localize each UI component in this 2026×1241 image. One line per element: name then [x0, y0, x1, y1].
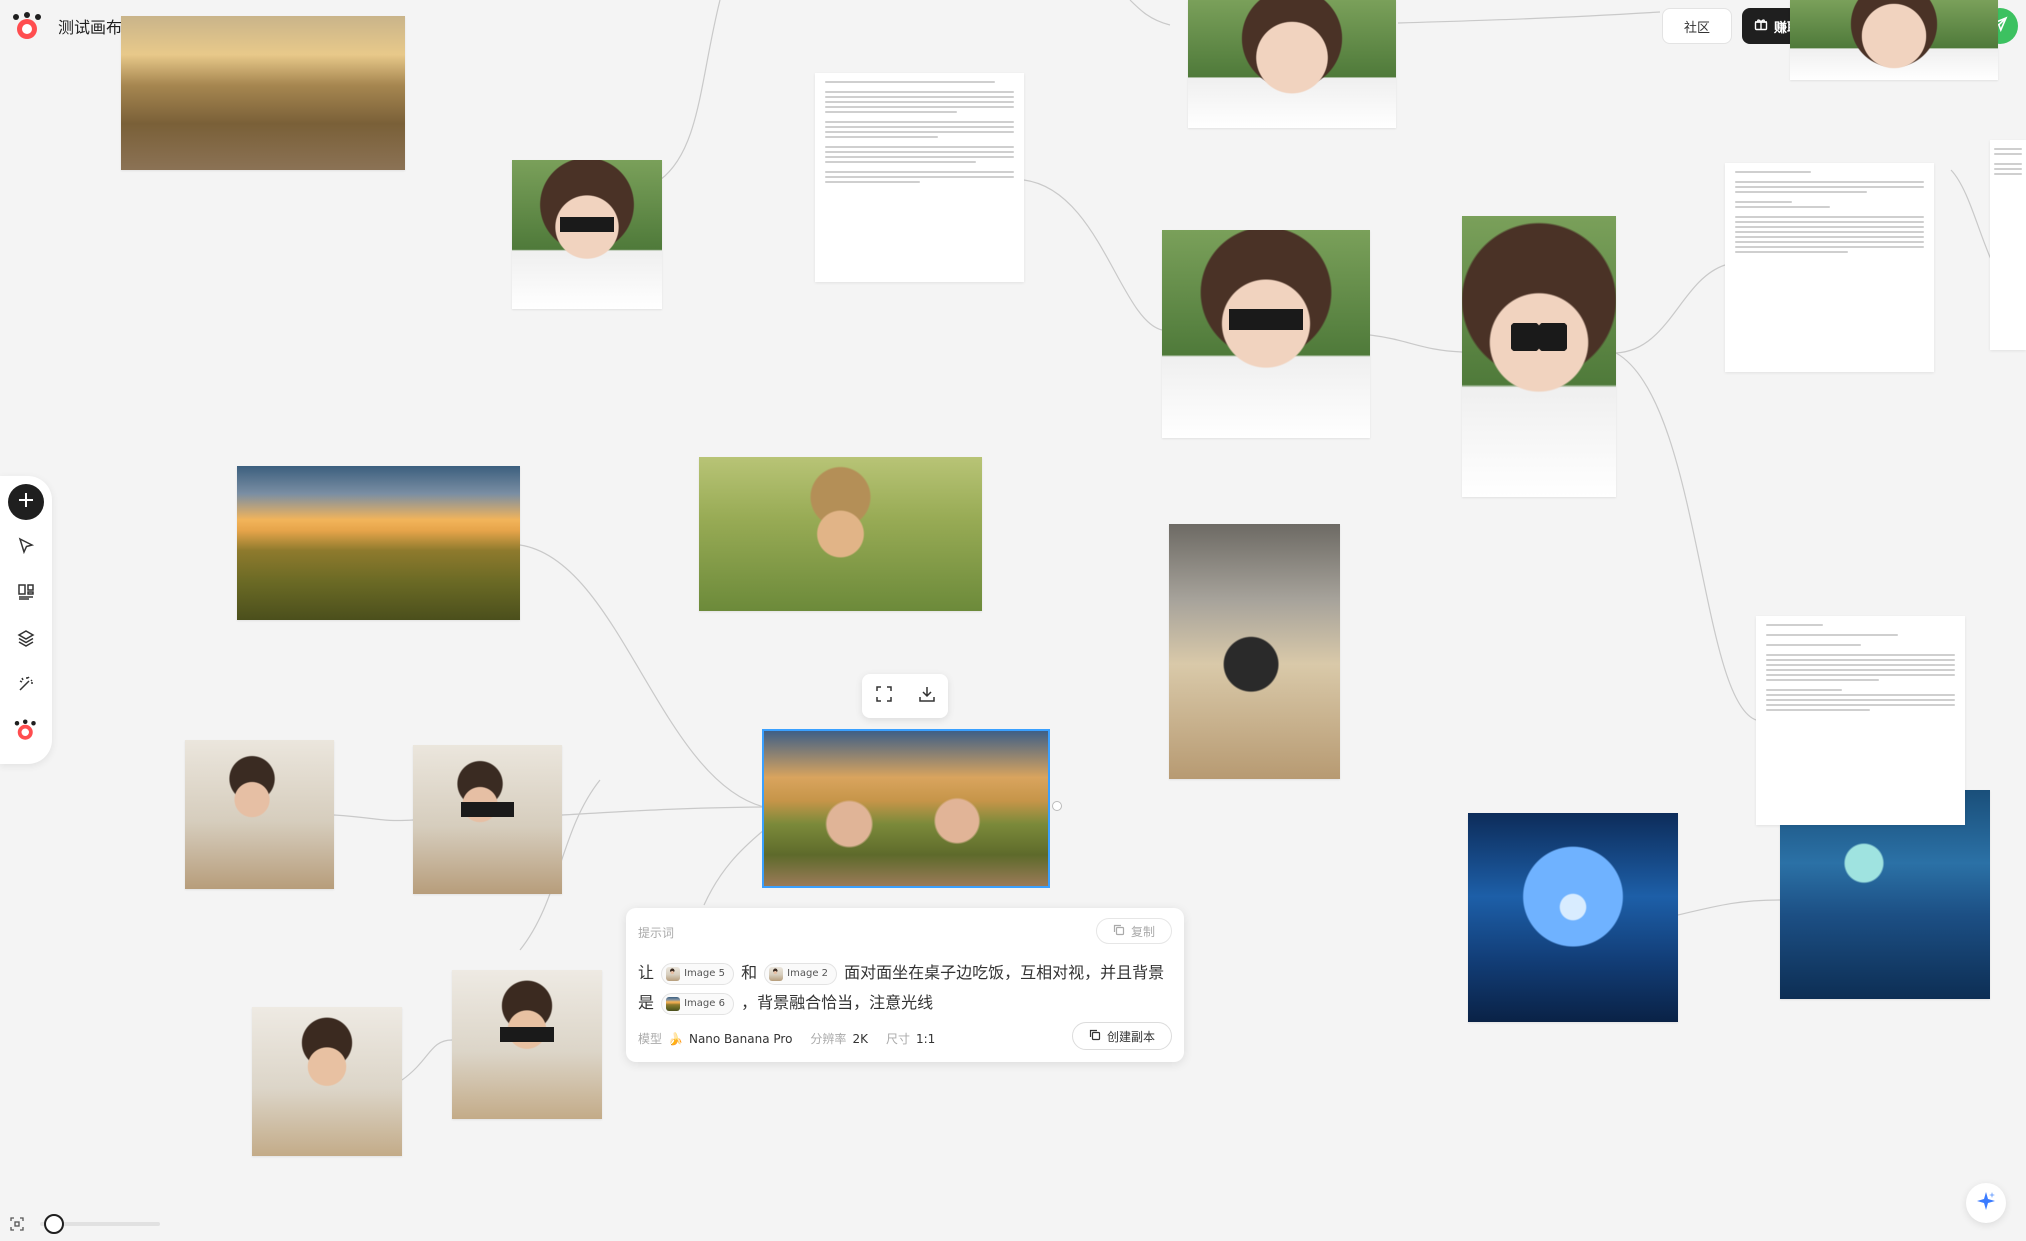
left-toolbar — [0, 476, 52, 764]
image-reference-chip[interactable]: Image 2 — [764, 962, 838, 985]
selected-canvas-image[interactable] — [762, 729, 1050, 888]
magic-wand-icon — [17, 675, 35, 697]
add-button[interactable] — [8, 484, 44, 520]
prompt-label: 提示词 — [638, 926, 675, 940]
canvas-image[interactable] — [1188, 0, 1396, 128]
canvas-image[interactable] — [185, 740, 334, 889]
brand-tool-button[interactable] — [8, 714, 44, 750]
canvas-image[interactable] — [1468, 813, 1678, 1022]
fit-view-icon[interactable] — [10, 1216, 24, 1231]
community-label: 社区 — [1683, 20, 1710, 36]
duplicate-icon — [1089, 1029, 1101, 1044]
text-document-card[interactable] — [1725, 163, 1934, 372]
prompt-text-segment: 和 — [741, 963, 758, 982]
chip-label: Image 2 — [787, 967, 829, 979]
resolution-label: 分辨率 — [810, 1032, 847, 1046]
canvas-image[interactable] — [413, 745, 562, 894]
chip-thumbnail — [769, 966, 784, 981]
prompt-text[interactable]: 让 Image 5 和 Image 2 面对面坐在桌子边吃饭，互相对视，并且背景… — [638, 958, 1172, 1018]
cursor-icon — [17, 537, 35, 559]
chip-label: Image 6 — [684, 997, 725, 1009]
canvas-image[interactable] — [1790, 0, 1998, 80]
copy-button[interactable]: 复制 — [1096, 918, 1172, 944]
brand-logo-icon — [14, 719, 38, 745]
duplicate-label: 创建副本 — [1106, 1029, 1155, 1044]
prompt-panel: 提示词 复制 让 Image 5 和 Image 2 面对面坐在桌子边吃饭，互相… — [626, 908, 1184, 1062]
chip-thumbnail — [666, 996, 681, 1011]
zoom-slider-handle[interactable] — [44, 1214, 64, 1234]
image-reference-chip[interactable]: Image 5 — [661, 962, 734, 985]
canvas-image[interactable] — [121, 16, 405, 170]
prompt-text-segment: ，背景融合恰当，注意光线 — [741, 993, 934, 1012]
canvas-image[interactable] — [1462, 216, 1616, 497]
model-value: Nano Banana Pro — [688, 1031, 793, 1046]
canvas-image[interactable] — [699, 457, 982, 611]
size-value: 1:1 — [915, 1031, 936, 1046]
select-tool-button[interactable] — [8, 530, 44, 566]
chip-label: Image 5 — [684, 967, 725, 979]
layers-tool-button[interactable] — [8, 622, 44, 658]
text-document-card[interactable] — [815, 73, 1024, 282]
canvas-image[interactable] — [1162, 230, 1370, 438]
prompt-text-segment: 让 — [638, 963, 655, 982]
canvas-image[interactable] — [237, 466, 520, 620]
resolution-value: 2K — [852, 1031, 868, 1046]
text-document-card[interactable] — [1756, 616, 1965, 825]
model-label: 模型 — [638, 1032, 663, 1046]
connection-handle[interactable] — [1052, 801, 1062, 811]
canvas-image[interactable] — [512, 160, 662, 309]
copy-label: 复制 — [1130, 924, 1155, 939]
magic-tool-button[interactable] — [8, 668, 44, 704]
layers-icon — [17, 629, 35, 651]
create-duplicate-button[interactable]: 创建副本 — [1072, 1022, 1172, 1050]
download-icon[interactable] — [918, 685, 936, 707]
banana-icon: 🍌 — [668, 1031, 683, 1046]
chip-thumbnail — [666, 966, 681, 981]
fullscreen-icon[interactable] — [875, 685, 893, 707]
text-document-card[interactable] — [1990, 140, 2026, 350]
brand-logo-icon[interactable] — [12, 12, 44, 40]
ai-assistant-button[interactable] — [1966, 1183, 2006, 1223]
copy-icon — [1113, 924, 1125, 939]
image-action-toolbar — [862, 674, 948, 718]
size-label: 尺寸 — [885, 1032, 910, 1046]
canvas-image[interactable] — [1169, 524, 1340, 779]
layout-icon — [17, 583, 35, 605]
canvas-image[interactable] — [452, 970, 602, 1119]
canvas-image[interactable] — [252, 1007, 402, 1156]
plus-icon — [17, 491, 35, 513]
community-button[interactable]: 社区 — [1662, 8, 1732, 44]
gift-icon — [1754, 17, 1768, 35]
image-reference-chip[interactable]: Image 6 — [661, 992, 734, 1015]
sparkle-icon — [1975, 1190, 1997, 1216]
generation-meta: 模型 🍌 Nano Banana Pro 分辨率 2K 尺寸 1:1 — [638, 1030, 947, 1047]
layout-tool-button[interactable] — [8, 576, 44, 612]
